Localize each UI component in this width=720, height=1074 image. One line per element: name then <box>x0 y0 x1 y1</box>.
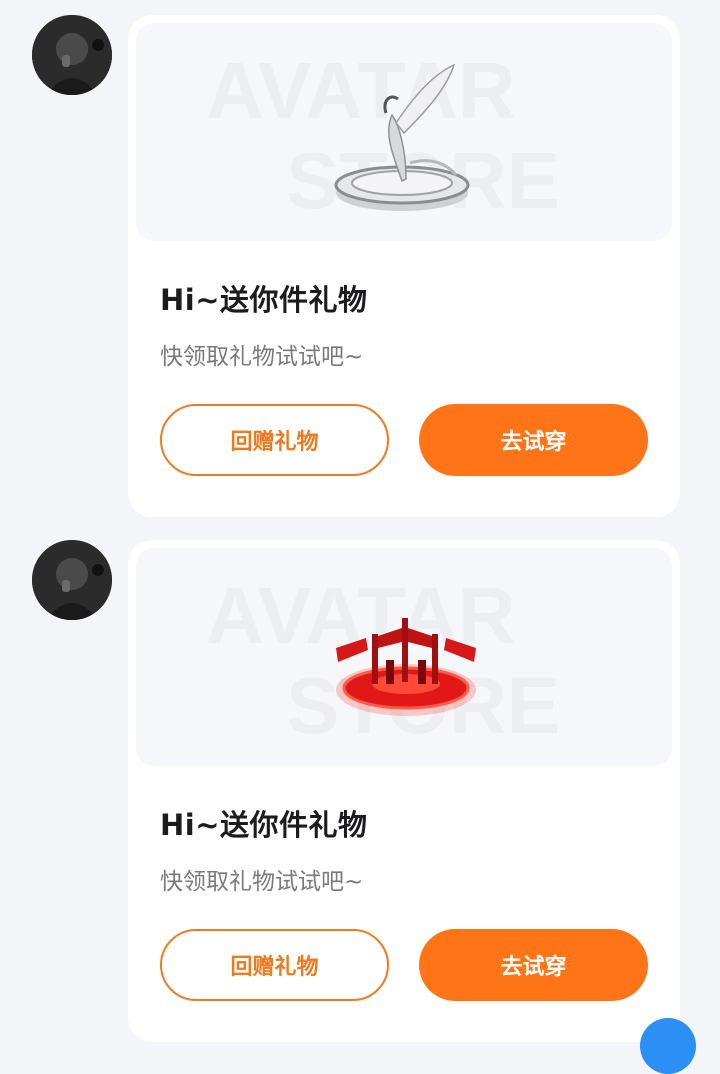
floating-action-button[interactable] <box>640 1018 696 1074</box>
silver-feather-pedestal-icon <box>334 63 470 211</box>
gift-banner: AVATAR STORE <box>136 548 672 766</box>
try-on-button[interactable]: 去试穿 <box>419 929 648 1001</box>
gift-card: AVATAR STORE Hi~送你件礼物 快领取礼物试试吧~ 回赠礼物 去试穿 <box>128 540 680 1042</box>
gift-title: Hi~送你件礼物 <box>160 808 368 842</box>
return-gift-button[interactable]: 回赠礼物 <box>160 404 389 476</box>
return-gift-button[interactable]: 回赠礼物 <box>160 929 389 1001</box>
gift-subtitle: 快领取礼物试试吧~ <box>160 869 364 895</box>
avatar[interactable] <box>32 15 112 95</box>
avatar[interactable] <box>32 540 112 620</box>
red-glowing-platform-icon <box>336 618 476 716</box>
chat-message: AVATAR STORE Hi~送你件礼物 快领取礼物试试吧~ 回赠礼物 去试穿 <box>0 540 720 1042</box>
try-on-button[interactable]: 去试穿 <box>419 404 648 476</box>
gift-title: Hi~送你件礼物 <box>160 283 368 317</box>
chat-message: AVATAR STORE Hi~送你件礼物 快领取礼物试试吧~ 回赠礼物 去试穿 <box>0 15 720 517</box>
gift-banner: AVATAR STORE <box>136 23 672 241</box>
gift-subtitle: 快领取礼物试试吧~ <box>160 344 364 370</box>
gift-card: AVATAR STORE Hi~送你件礼物 快领取礼物试试吧~ 回赠礼物 去试穿 <box>128 15 680 517</box>
